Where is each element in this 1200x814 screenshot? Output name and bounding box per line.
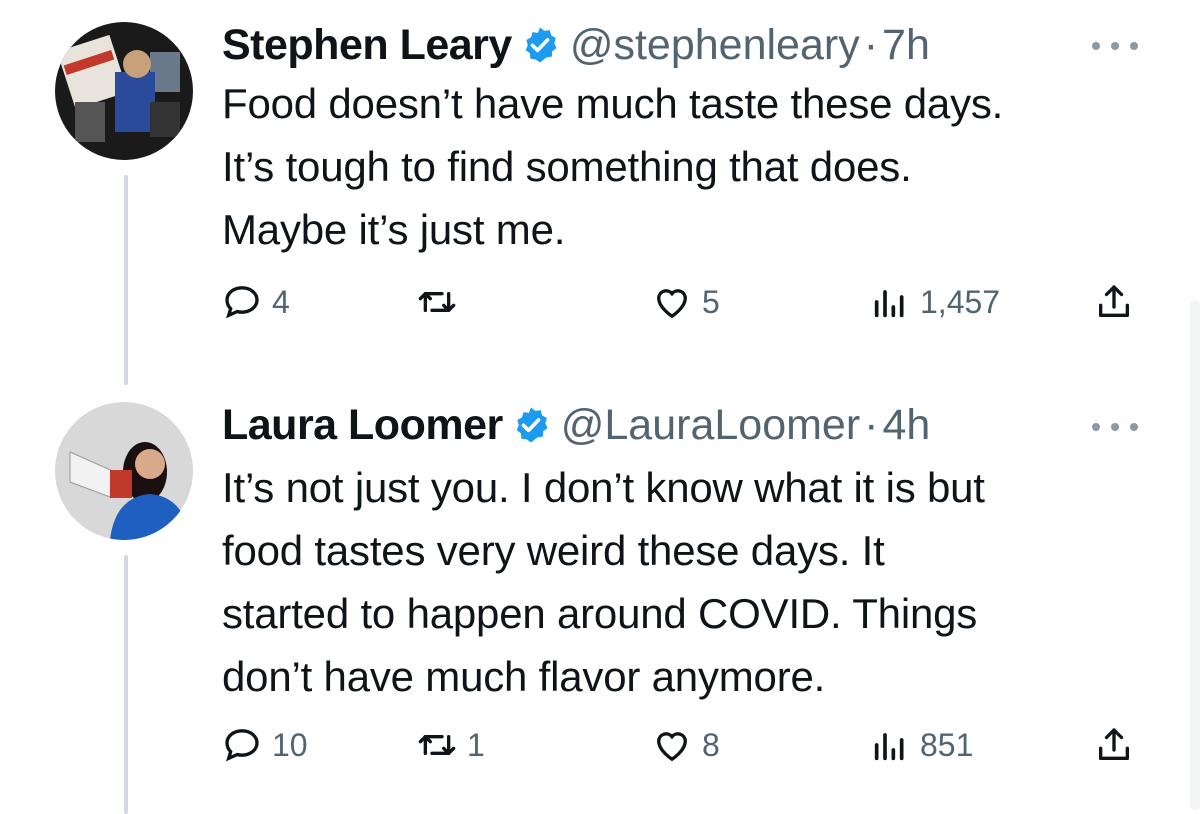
avatar[interactable] <box>55 22 193 160</box>
views-icon <box>874 290 904 318</box>
timestamp[interactable]: 4h <box>883 401 931 450</box>
verified-badge-icon <box>525 27 557 63</box>
like-button[interactable]: 5 <box>652 282 720 322</box>
handle[interactable]: @stephenleary <box>570 21 860 70</box>
share-button[interactable] <box>1094 282 1134 322</box>
action-bar: 4 5 1,457 <box>222 282 1142 330</box>
tweet-text-line: Maybe it’s just me. <box>222 206 566 253</box>
tweet-text-line: It’s not just you. I don’t know what it … <box>222 464 985 511</box>
action-bar: 10 1 8 851 <box>222 725 1142 773</box>
more-icon[interactable] <box>1092 417 1138 437</box>
more-icon[interactable] <box>1092 36 1138 56</box>
like-icon <box>656 289 688 319</box>
avatar[interactable] <box>55 402 193 540</box>
tweet-text-line: It’s tough to find something that does. <box>222 143 912 190</box>
like-count: 5 <box>702 283 720 320</box>
reply-button[interactable]: 4 <box>222 282 290 322</box>
retweet-button[interactable] <box>417 282 467 322</box>
tweet-stephen-leary[interactable]: Stephen Leary @stephenleary · 7h Food do… <box>0 0 1200 400</box>
tweet-text-line: food tastes very weird these days. It <box>222 527 885 574</box>
avatar-image <box>55 22 193 160</box>
share-icon <box>1099 285 1129 317</box>
reply-icon <box>225 286 259 319</box>
tweet-text: It’s not just you. I don’t know what it … <box>222 456 1142 708</box>
view-count: 1,457 <box>920 283 1001 320</box>
thread-line <box>124 175 128 385</box>
retweet-count: 1 <box>467 726 485 763</box>
retweet-icon <box>418 735 456 755</box>
views-button[interactable]: 851 <box>870 725 973 765</box>
tweet-header: Stephen Leary @stephenleary · 7h <box>222 20 930 70</box>
display-name[interactable]: Stephen Leary <box>222 21 512 70</box>
tweet-text-line: Food doesn’t have much taste these days. <box>222 80 1004 127</box>
tweet-text-line: started to happen around COVID. Things <box>222 590 978 637</box>
handle[interactable]: @LauraLoomer <box>561 401 860 450</box>
like-icon <box>656 732 688 762</box>
like-count: 8 <box>702 726 720 763</box>
timestamp[interactable]: 7h <box>882 21 930 70</box>
tweet-laura-loomer[interactable]: Laura Loomer @LauraLoomer · 4h It’s not … <box>0 400 1200 814</box>
tweet-text: Food doesn’t have much taste these days.… <box>222 72 1142 261</box>
retweet-button[interactable]: 1 <box>417 725 485 765</box>
reply-count: 4 <box>272 283 290 320</box>
like-button[interactable]: 8 <box>652 725 720 765</box>
share-icon <box>1099 728 1129 760</box>
views-icon <box>874 733 904 761</box>
verified-badge-icon <box>516 407 548 443</box>
avatar-image <box>55 402 193 540</box>
tweet-text-line: don’t have much flavor anymore. <box>222 653 826 700</box>
view-count: 851 <box>920 726 974 763</box>
separator-dot: · <box>863 20 879 69</box>
share-button[interactable] <box>1094 725 1134 765</box>
reply-icon <box>225 729 259 762</box>
views-button[interactable]: 1,457 <box>870 282 1000 322</box>
scrollbar[interactable] <box>1190 300 1200 810</box>
display-name[interactable]: Laura Loomer <box>222 401 503 450</box>
reply-count: 10 <box>272 726 308 763</box>
thread-line <box>124 555 128 814</box>
retweet-icon <box>418 292 456 312</box>
tweet-header: Laura Loomer @LauraLoomer · 4h <box>222 400 930 450</box>
reply-button[interactable]: 10 <box>222 725 308 765</box>
separator-dot: · <box>864 400 879 449</box>
